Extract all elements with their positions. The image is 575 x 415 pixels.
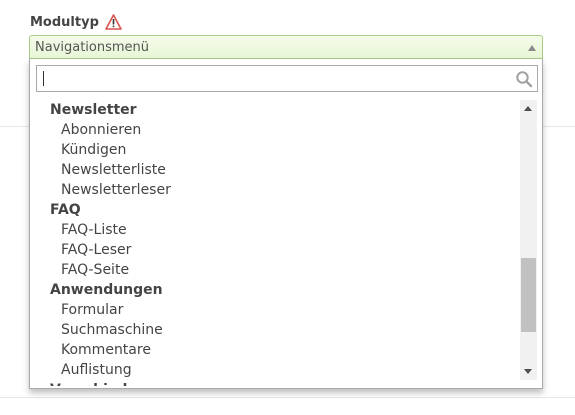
option-item[interactable]: FAQ-Seite: [40, 260, 510, 280]
divider: [0, 397, 575, 398]
search-input[interactable]: [37, 66, 513, 91]
scroll-up-button[interactable]: [520, 100, 537, 117]
field-label: Modultyp: [30, 14, 122, 30]
modultyp-select[interactable]: Navigationsmenü: [29, 35, 543, 59]
option-item[interactable]: Newsletterliste: [40, 160, 510, 180]
warning-icon: [105, 14, 122, 30]
field-label-text: Modultyp: [30, 14, 99, 30]
select-dropdown: Newsletter Abonnieren Kündigen Newsletterli…: [29, 59, 543, 389]
group-label: Verschiedenes: [40, 380, 510, 386]
select-value: Navigationsmenü: [35, 40, 150, 55]
option-item[interactable]: Abonnieren: [40, 120, 510, 140]
chevron-up-icon[interactable]: [528, 45, 536, 51]
option-item[interactable]: Formular: [40, 300, 510, 320]
group-label: Newsletter: [50, 102, 137, 118]
option-item[interactable]: FAQ-Liste: [40, 220, 510, 240]
scrollbar-thumb[interactable]: [521, 258, 536, 332]
group-label: Anwendungen: [50, 282, 163, 298]
option-item[interactable]: Kommentare: [40, 340, 510, 360]
text-cursor: [43, 71, 44, 86]
scroll-down-button[interactable]: [520, 363, 537, 380]
option-item[interactable]: Newsletterleser: [40, 180, 510, 200]
results-list: Newsletter Abonnieren Kündigen Newsletterli…: [40, 100, 510, 386]
search-field[interactable]: [36, 65, 538, 92]
option-item[interactable]: Auflistung: [40, 360, 510, 380]
option-item[interactable]: Suchmaschine: [40, 320, 510, 340]
option-item[interactable]: Kündigen: [40, 140, 510, 160]
search-icon: [515, 70, 533, 88]
page: Modultyp Navigationsmenü Newsletter Abonn…: [0, 0, 575, 415]
group-label: FAQ: [50, 202, 81, 218]
option-item[interactable]: FAQ-Leser: [40, 240, 510, 260]
scrollbar[interactable]: [520, 100, 537, 380]
